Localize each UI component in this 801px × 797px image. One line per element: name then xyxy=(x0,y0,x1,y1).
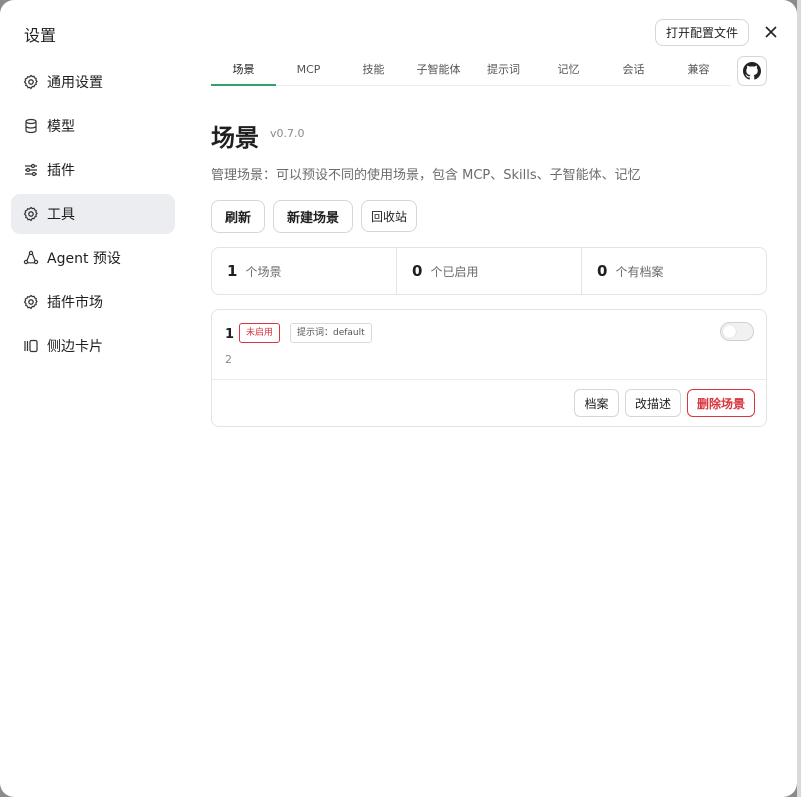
agent-icon xyxy=(23,250,39,265)
sidebar-item-tools[interactable]: 工具 xyxy=(11,194,175,234)
background-edge xyxy=(797,0,801,797)
scene-name: 1 xyxy=(225,327,235,342)
status-badge: 未启用 xyxy=(239,323,281,343)
gear-icon xyxy=(23,74,38,90)
sidebar-item-label: 工具 xyxy=(47,207,75,223)
sidebar: 通用设置 模型 插件 工具 Agent 预设 插件市场 侧边卡片 xyxy=(11,62,175,370)
stat-label: 个有档案 xyxy=(615,264,664,279)
close-icon xyxy=(765,26,777,38)
stat-value: 0 xyxy=(597,262,608,280)
sidebar-item-label: 插件 xyxy=(47,163,75,179)
tab-compat[interactable]: 兼容 xyxy=(666,56,731,85)
stat-label: 个场景 xyxy=(245,264,282,279)
sidebar-item-plugins[interactable]: 插件 xyxy=(11,150,175,190)
stat-scenes: 1 个场景 xyxy=(212,248,397,294)
close-button[interactable] xyxy=(761,22,781,42)
stat-value: 0 xyxy=(412,262,423,280)
prompt-badge: 提示词：default xyxy=(290,323,372,343)
sidebar-item-label: 模型 xyxy=(47,119,75,135)
stat-value: 1 xyxy=(227,262,238,280)
database-icon xyxy=(25,118,37,134)
stat-enabled: 0 个已启用 xyxy=(397,248,582,294)
stats-panel: 1 个场景 0 个已启用 0 个有档案 xyxy=(211,247,767,295)
github-icon xyxy=(743,62,761,80)
gear-icon xyxy=(23,206,38,222)
tab-bar: 场景 MCP 技能 子智能体 提示词 记忆 会话 兼容 xyxy=(211,56,731,86)
tab-sessions[interactable]: 会话 xyxy=(601,56,666,85)
sidebar-cards-icon xyxy=(24,339,38,353)
stat-label: 个已启用 xyxy=(430,264,479,279)
github-button[interactable] xyxy=(737,56,767,86)
page-description: 管理场景：可以预设不同的使用场景，包含 MCP、Skills、子智能体、记忆 xyxy=(211,168,641,183)
scene-enable-toggle[interactable] xyxy=(720,322,754,341)
tab-skills[interactable]: 技能 xyxy=(341,56,406,85)
sidebar-item-label: 通用设置 xyxy=(47,75,103,91)
tab-prompts[interactable]: 提示词 xyxy=(471,56,536,85)
edit-description-button[interactable]: 改描述 xyxy=(625,389,681,417)
sidebar-item-label: 侧边卡片 xyxy=(47,339,103,355)
tab-memory[interactable]: 记忆 xyxy=(536,56,601,85)
sidebar-item-general[interactable]: 通用设置 xyxy=(11,62,175,102)
sidebar-item-model[interactable]: 模型 xyxy=(11,106,175,146)
recycle-bin-button[interactable]: 回收站 xyxy=(361,200,417,232)
sidebar-item-agent-presets[interactable]: Agent 预设 xyxy=(11,238,175,278)
stat-archived: 0 个有档案 xyxy=(582,248,766,294)
new-scene-button[interactable]: 新建场景 xyxy=(273,200,353,233)
tab-subagents[interactable]: 子智能体 xyxy=(406,56,471,85)
page-title: 场景 xyxy=(211,124,259,152)
sidebar-item-label: Agent 预设 xyxy=(47,251,121,267)
open-config-button[interactable]: 打开配置文件 xyxy=(655,19,749,46)
tab-mcp[interactable]: MCP xyxy=(276,56,341,85)
scene-card: 1 未启用 提示词：default 2 档案 改描述 删除场景 xyxy=(211,309,767,427)
sidebar-item-label: 插件市场 xyxy=(47,295,103,311)
toggle-knob xyxy=(723,325,736,338)
archive-button[interactable]: 档案 xyxy=(574,389,619,417)
tab-scenes[interactable]: 场景 xyxy=(211,56,276,86)
sliders-icon xyxy=(25,163,37,177)
window-title: 设置 xyxy=(24,26,57,45)
version-label: v0.7.0 xyxy=(270,127,305,140)
delete-scene-button[interactable]: 删除场景 xyxy=(687,389,755,417)
divider xyxy=(212,379,766,380)
scene-description: 2 xyxy=(225,353,232,366)
sidebar-item-plugin-market[interactable]: 插件市场 xyxy=(11,282,175,322)
settings-window: 设置 通用设置 模型 插件 工具 Agent 预设 插件市场 侧边卡片 打开配置… xyxy=(0,0,797,797)
refresh-button[interactable]: 刷新 xyxy=(211,200,265,233)
sidebar-item-side-cards[interactable]: 侧边卡片 xyxy=(11,326,175,366)
gear-icon xyxy=(23,294,38,310)
